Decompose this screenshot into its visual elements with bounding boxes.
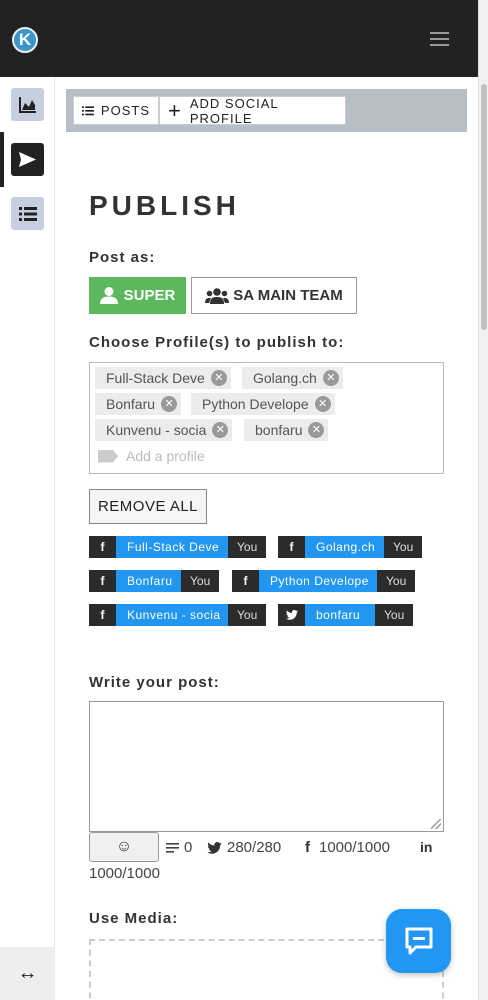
twitter-icon: [278, 604, 305, 626]
selected-profile-badge: bonfaru You: [278, 604, 414, 626]
plus-icon: +: [168, 97, 182, 123]
remove-chip-icon[interactable]: ✕: [210, 370, 227, 386]
post-as-super-button[interactable]: SUPER: [89, 277, 186, 314]
active-indicator: [0, 132, 4, 187]
post-as-team-button[interactable]: SA MAIN TEAM: [191, 277, 357, 314]
top-navbar: K: [0, 0, 478, 77]
profile-chip: Python Develope ✕: [191, 393, 335, 415]
twitter-icon: [207, 841, 222, 854]
profile-chip: Bonfaru ✕: [95, 393, 182, 415]
facebook-icon: f: [278, 536, 305, 558]
list-icon[interactable]: [11, 197, 44, 230]
profile-chip: Kunvenu - socia ✕: [95, 419, 233, 441]
add-social-profile-label: ADD SOCIAL PROFILE: [189, 95, 279, 126]
use-media-label: Use Media:: [89, 910, 179, 927]
emoji-button[interactable]: ☺: [89, 832, 159, 862]
selected-profile-badge: f Full-Stack Deve You: [89, 536, 267, 558]
linkedin-counter: 1000/1000: [89, 865, 160, 882]
team-label: SA MAIN TEAM: [233, 287, 343, 304]
page-title: PUBLISH: [89, 190, 240, 221]
tag-icon: [98, 449, 118, 463]
chat-button[interactable]: [386, 909, 451, 973]
profile-selector[interactable]: Full-Stack Deve ✕ Golang.ch ✕ Bonfaru ✕ Pyt…: [89, 362, 444, 474]
selected-profile-badge: f Bonfaru You: [89, 570, 220, 592]
write-post-label: Write your post:: [89, 674, 220, 691]
facebook-icon: f: [232, 570, 259, 592]
left-sidebar: ↔: [0, 77, 55, 1000]
toolbar: POSTS + ADD SOCIAL PROFILE: [66, 89, 467, 132]
facebook-icon: f: [89, 604, 116, 626]
char-counter: 0: [166, 839, 192, 856]
selected-profile-badge: f Kunvenu - socia You: [89, 604, 267, 626]
selected-profile-badge: f Python Develope You: [232, 570, 416, 592]
facebook-icon: f: [89, 570, 116, 592]
remove-chip-icon[interactable]: ✕: [314, 396, 331, 412]
super-label: SUPER: [123, 287, 176, 304]
add-social-profile-button[interactable]: + ADD SOCIAL PROFILE: [159, 95, 346, 126]
list-icon: [82, 105, 94, 115]
profile-chip: Full-Stack Deve ✕: [95, 367, 231, 389]
smiley-icon: ☺: [115, 838, 133, 855]
posts-label: POSTS: [100, 103, 150, 118]
send-icon[interactable]: [11, 143, 44, 176]
facebook-icon: f: [305, 839, 310, 856]
profile-chip: Golang.ch ✕: [242, 367, 343, 389]
users-icon: [205, 287, 230, 304]
add-profile-placeholder: Add a profile: [126, 448, 205, 464]
post-as-label: Post as:: [89, 249, 156, 266]
hamburger-menu-icon[interactable]: [430, 32, 449, 50]
selected-profile-badge: f Golang.ch You: [278, 536, 423, 558]
choose-profiles-label: Choose Profile(s) to publish to:: [89, 334, 345, 351]
remove-chip-icon[interactable]: ✕: [161, 396, 178, 412]
remove-chip-icon[interactable]: ✕: [308, 422, 325, 438]
posts-button[interactable]: POSTS: [73, 96, 159, 125]
linkedin-icon: in: [420, 839, 433, 855]
profile-chip: bonfaru ✕: [244, 419, 329, 441]
user-icon: [99, 287, 118, 304]
remove-all-button[interactable]: REMOVE ALL: [89, 489, 207, 524]
post-textarea[interactable]: [89, 701, 444, 832]
facebook-icon: f: [89, 536, 116, 558]
add-profile-input[interactable]: Add a profile: [98, 448, 205, 464]
chat-bubble-icon: [405, 927, 432, 955]
facebook-counter: f 1000/1000: [305, 839, 390, 856]
scrollbar-thumb[interactable]: [481, 84, 487, 330]
resize-handle-icon[interactable]: [431, 819, 441, 829]
twitter-counter: 280/280: [207, 839, 281, 856]
remove-chip-icon[interactable]: ✕: [322, 370, 339, 386]
remove-chip-icon[interactable]: ✕: [212, 422, 229, 438]
analytics-icon[interactable]: [11, 88, 44, 121]
text-lines-icon: [166, 842, 179, 853]
expand-sidebar-icon[interactable]: ↔: [0, 947, 55, 1000]
app-logo[interactable]: K: [12, 27, 38, 53]
page-scrollbar[interactable]: [478, 0, 488, 1000]
